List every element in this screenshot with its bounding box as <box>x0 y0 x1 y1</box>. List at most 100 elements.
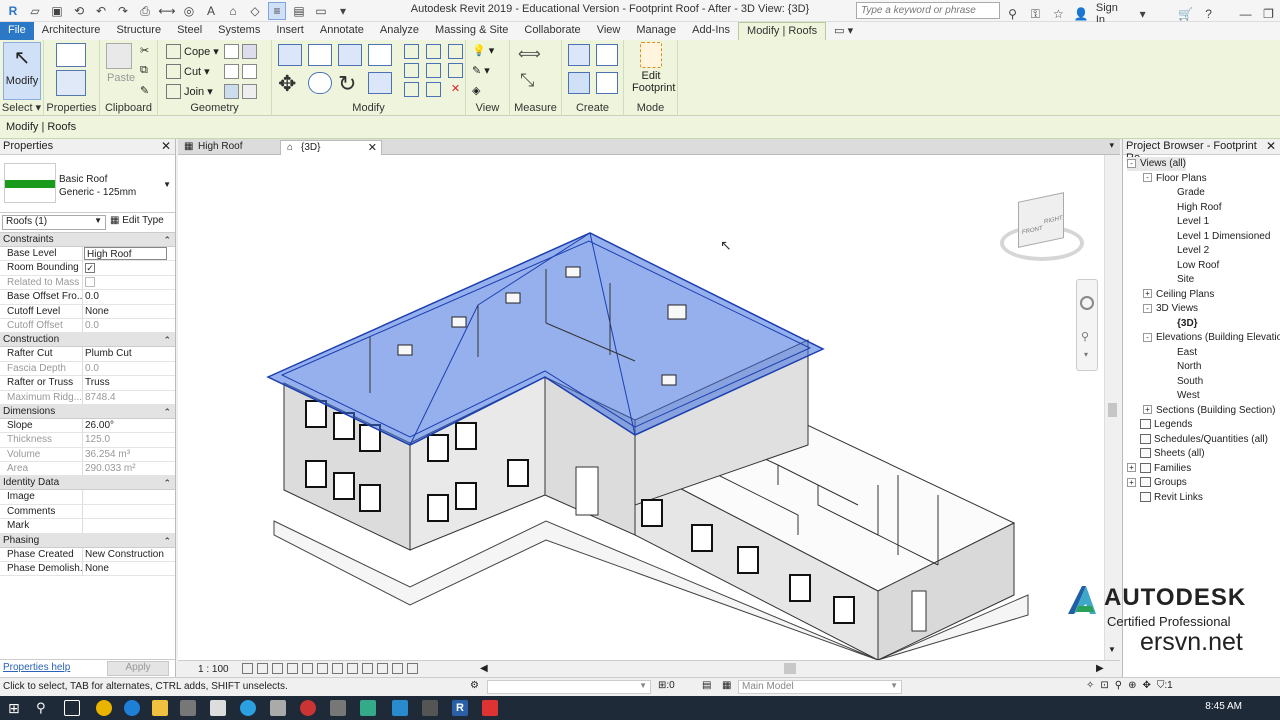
zoom-icon[interactable]: ⚲ <box>1081 330 1089 343</box>
model-dropdown[interactable]: Main Model ▼ <box>738 680 902 694</box>
tab-steel[interactable]: Steel <box>169 22 210 40</box>
pin-icon[interactable] <box>448 44 463 59</box>
property-value[interactable]: Truss <box>83 376 175 389</box>
property-row[interactable]: Phase Demolish... None <box>0 562 175 577</box>
browser-item-groups[interactable]: + Groups <box>1127 476 1187 490</box>
recorder-icon[interactable] <box>482 700 498 716</box>
binoculars-icon[interactable]: ⚲ <box>1004 5 1021 23</box>
browser-item-sections-building-section[interactable]: + Sections (Building Section) <box>1143 404 1276 418</box>
copy-clip-icon[interactable]: ⧉ <box>140 64 148 77</box>
store-icon[interactable] <box>180 700 196 716</box>
print-icon[interactable]: ⎙ <box>136 2 154 20</box>
property-row[interactable]: Mark <box>0 519 175 534</box>
property-value[interactable]: 26.00° <box>83 419 175 432</box>
tab-view[interactable]: View <box>589 22 629 40</box>
instance-selector[interactable]: Roofs (1) ▼ <box>2 215 106 230</box>
sun-path-icon[interactable] <box>272 663 283 674</box>
browser-item-revit-links[interactable]: Revit Links <box>1140 491 1203 505</box>
app-icon-5[interactable] <box>392 700 408 716</box>
render-icon[interactable] <box>302 663 313 674</box>
text-icon[interactable]: A <box>202 2 220 20</box>
property-row[interactable]: Rafter Cut Plumb Cut <box>0 347 175 362</box>
browser-item-level-1-dimensioned[interactable]: Level 1 Dimensioned <box>1177 230 1270 244</box>
switch-windows-icon[interactable]: ▭ <box>312 2 330 20</box>
create-similar-icon[interactable] <box>596 72 618 94</box>
drag-elements-icon[interactable]: ✥ <box>1143 680 1151 691</box>
mail-icon[interactable] <box>210 700 226 716</box>
chevron-down-icon[interactable]: ▼ <box>163 180 171 189</box>
property-row[interactable]: Base Offset Fro... 0.0 <box>0 290 175 305</box>
measure-icon[interactable]: ⟷ <box>158 2 176 20</box>
browser-item-low-roof[interactable]: Low Roof <box>1177 259 1219 273</box>
edit-footprint-button[interactable]: Edit Footprint <box>632 42 675 100</box>
collapse-icon[interactable]: ⌃ <box>163 333 171 347</box>
shadows-icon[interactable] <box>287 663 298 674</box>
property-row[interactable]: Room Bounding ✓ <box>0 261 175 276</box>
copy-icon[interactable] <box>308 72 332 94</box>
redo-icon[interactable]: ↷ <box>114 2 132 20</box>
edit-type-button[interactable]: ▦ Edit Type <box>110 215 164 226</box>
browser-icon[interactable] <box>240 700 256 716</box>
default-3d-icon[interactable]: ⌂ <box>224 2 242 20</box>
group-identity-data[interactable]: Identity Data ⌃ <box>0 476 175 491</box>
design-options-icon[interactable]: ▦ <box>722 680 731 691</box>
geometry-tool-2[interactable] <box>224 64 257 79</box>
create-group-icon[interactable] <box>568 72 590 94</box>
browser-item-floor-plans[interactable]: - Floor Plans <box>1143 172 1207 186</box>
cube-face[interactable]: FRONT RIGHT <box>1018 192 1064 248</box>
subscription-icon[interactable]: ⚿ <box>1027 5 1044 23</box>
property-value[interactable]: None <box>83 562 175 575</box>
user-icon[interactable]: 👤 <box>1073 5 1090 23</box>
scroll-left-icon[interactable]: ◀ <box>480 663 488 674</box>
rotate-icon[interactable]: ↻ <box>338 72 356 96</box>
filter-icon[interactable]: ⛉:1 <box>1157 680 1173 691</box>
unpin-icon[interactable] <box>448 63 463 78</box>
analysis-icon[interactable] <box>392 663 403 674</box>
browser-item-high-roof[interactable]: High Roof <box>1177 201 1221 215</box>
cut-clip-icon[interactable]: ✂ <box>140 44 149 57</box>
3d-view-canvas[interactable]: FRONT RIGHT ⚲ ▾ ↖ <box>178 155 1104 660</box>
tab-menu-icon[interactable]: ▾ <box>1109 140 1114 151</box>
trim-icon[interactable] <box>404 82 419 97</box>
group-construction[interactable]: Construction ⌃ <box>0 333 175 348</box>
task-view-icon[interactable] <box>64 700 80 716</box>
crop-icon[interactable] <box>317 663 328 674</box>
show-crop-icon[interactable] <box>332 663 343 674</box>
tab-structure[interactable]: Structure <box>108 22 169 40</box>
app-icon-6[interactable] <box>422 700 438 716</box>
override-graphics-icon[interactable]: ✎ ▾ <box>472 64 490 77</box>
expand-icon[interactable]: + <box>1127 477 1136 487</box>
section-icon[interactable]: ◇ <box>246 2 264 20</box>
select-dropdown[interactable]: Select ▾ <box>0 101 43 114</box>
steering-wheel-icon[interactable] <box>1080 296 1094 310</box>
collapse-icon[interactable]: - <box>1143 173 1152 183</box>
editing-requests-icon[interactable]: ▤ <box>702 680 711 691</box>
collapse-icon[interactable]: ⌃ <box>163 405 171 419</box>
open-icon[interactable]: ▱ <box>26 2 44 20</box>
expand-icon[interactable]: + <box>1143 289 1152 299</box>
property-value[interactable]: Plumb Cut <box>83 347 175 360</box>
minimize-icon[interactable]: — <box>1237 5 1254 23</box>
close-icon[interactable]: ✕ <box>1266 139 1276 153</box>
collapse-icon[interactable]: - <box>1143 332 1152 342</box>
create-parts-icon[interactable] <box>568 44 590 66</box>
cope-button[interactable]: Cope ▾ <box>166 44 219 59</box>
split-icon[interactable] <box>404 44 419 59</box>
scroll-right-icon[interactable]: ▶ <box>1096 663 1104 674</box>
tab-massing-site[interactable]: Massing & Site <box>427 22 516 40</box>
select-by-face-icon[interactable]: ⊕ <box>1128 680 1136 691</box>
split-gap-icon[interactable] <box>426 44 441 59</box>
close-icon[interactable]: ✕ <box>161 139 171 153</box>
checkbox[interactable]: ✓ <box>85 262 95 273</box>
star-icon[interactable]: ☆ <box>1050 5 1067 23</box>
clock[interactable]: 8:45 AM <box>1205 701 1242 712</box>
browser-item-south[interactable]: South <box>1177 375 1203 389</box>
close-hidden-icon[interactable]: ▤ <box>290 2 308 20</box>
view-scale[interactable]: 1 : 100 <box>198 664 229 675</box>
thin-lines-icon[interactable]: ≡ <box>268 2 286 20</box>
property-row[interactable]: Cutoff Level None <box>0 304 175 319</box>
browser-item-north[interactable]: North <box>1177 360 1201 374</box>
help-icon[interactable]: ? <box>1200 5 1217 23</box>
browser-item-west[interactable]: West <box>1177 389 1200 403</box>
detail-level-icon[interactable] <box>242 663 253 674</box>
